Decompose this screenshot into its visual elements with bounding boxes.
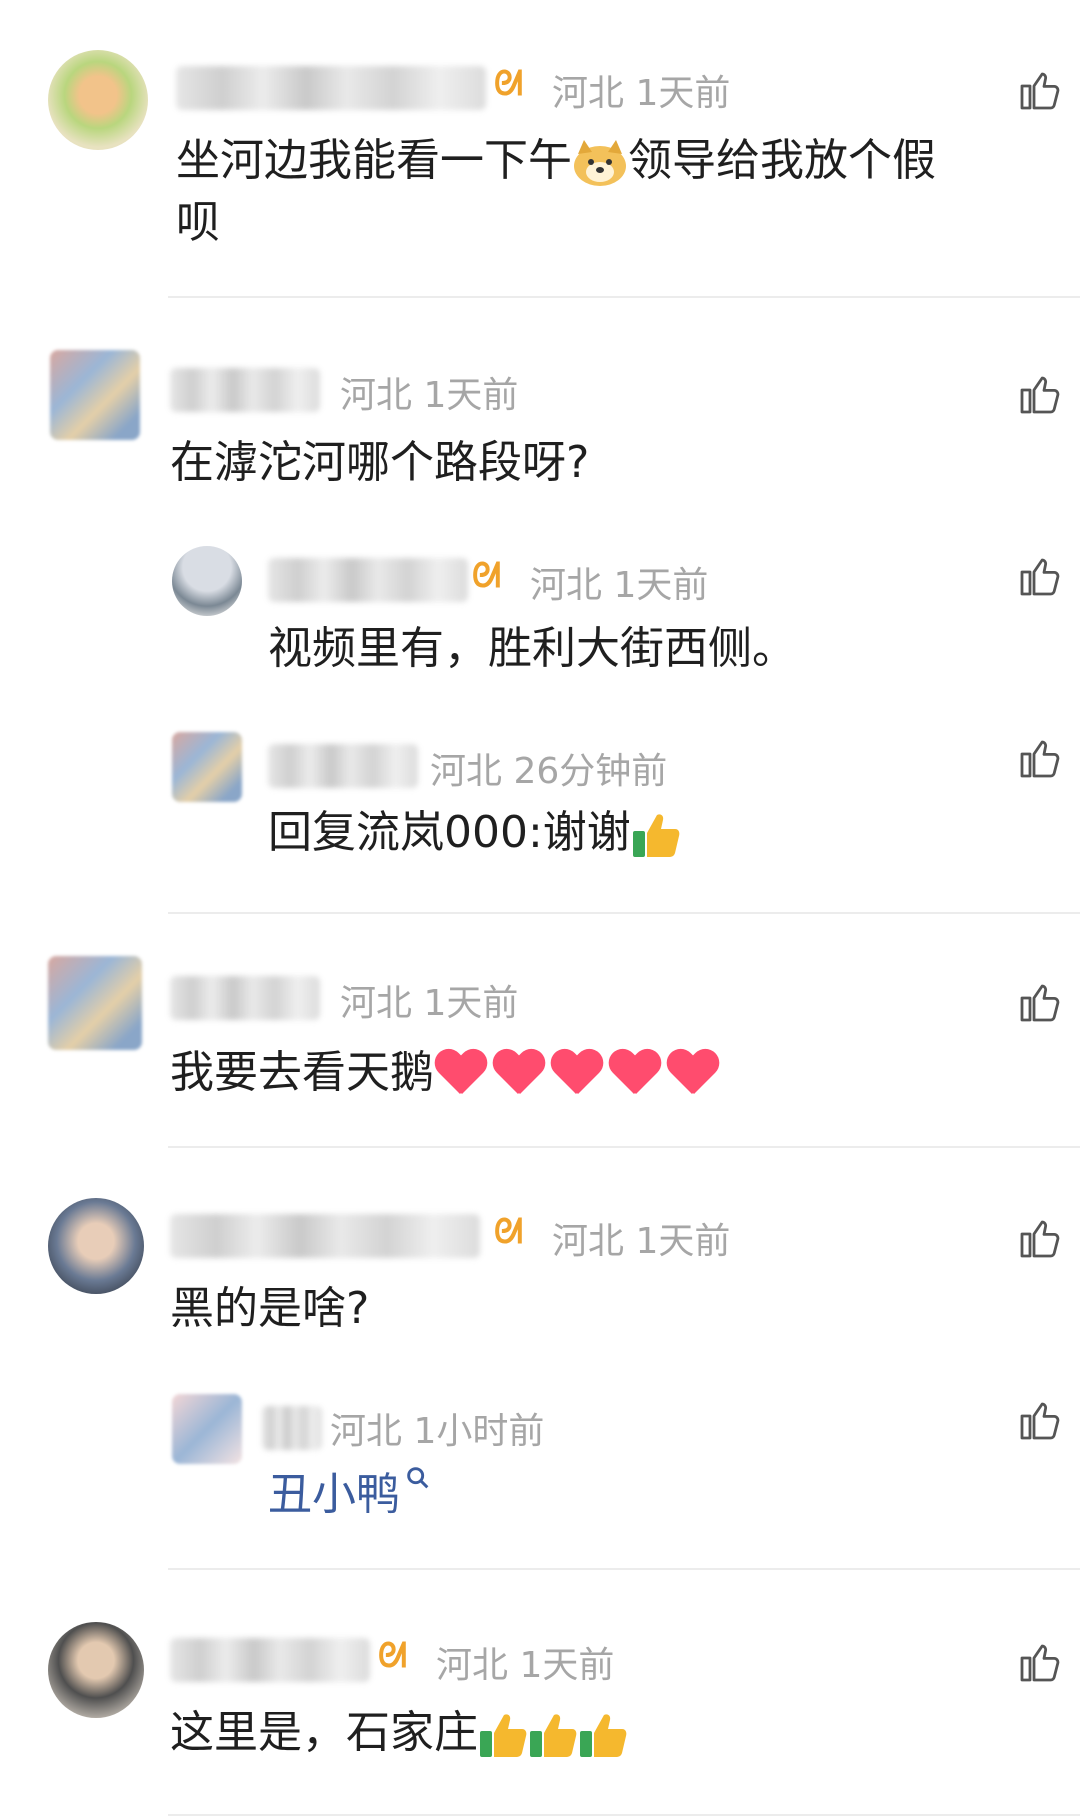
time-text: 1小时前: [413, 1411, 545, 1452]
username-blurred[interactable]: [176, 66, 486, 110]
comment-text: 这里是，石家庄: [170, 1702, 628, 1764]
thumbs-up-icon[interactable]: [1016, 552, 1064, 600]
heart-emoji-icon: [666, 1050, 720, 1100]
comment-item: ᘛ 河北 1天前 黑的是啥? 河北 1小时前 丑小鸭: [0, 1152, 1080, 1572]
username-blurred[interactable]: [170, 1638, 370, 1682]
avatar[interactable]: [48, 1198, 144, 1294]
thumbs-up-icon[interactable]: [1016, 978, 1064, 1026]
comment-item: 河北 1天前 在滹沱河哪个路段呀? ᘛ 河北 1天前 视频里有，胜利大街西侧。 …: [0, 300, 1080, 940]
search-icon: [407, 1467, 429, 1489]
thumbs-up-icon[interactable]: [1016, 734, 1064, 782]
location-text: 河北: [330, 1411, 403, 1452]
heart-emoji-icon: [434, 1050, 488, 1100]
reply-mention-link[interactable]: 流岚000: [356, 807, 528, 858]
comment-meta: 河北 1天前: [340, 366, 518, 418]
avatar[interactable]: [172, 732, 242, 802]
avatar[interactable]: [48, 50, 148, 150]
comment-text: 在滹沱河哪个路段呀?: [170, 437, 590, 488]
vip-icon: ᘛ: [378, 1636, 407, 1676]
comment-meta: 河北 1天前: [530, 556, 708, 608]
thumbs-up-icon[interactable]: [1016, 66, 1064, 114]
thumbs-up-icon[interactable]: [1016, 1638, 1064, 1686]
location-text: 河北: [552, 73, 625, 114]
location-text: 河北: [552, 1221, 625, 1262]
username-blurred[interactable]: [170, 1214, 480, 1258]
comment-meta: 河北 1天前: [552, 64, 730, 116]
thumbs-up-emoji-icon: [632, 814, 680, 857]
avatar[interactable]: [172, 1394, 242, 1464]
time-text: 1天前: [613, 565, 709, 606]
heart-emoji-icon: [550, 1050, 604, 1100]
avatar[interactable]: [48, 956, 142, 1050]
time-text: 1天前: [519, 1645, 615, 1686]
username-blurred[interactable]: [262, 1406, 322, 1450]
time-text: 1天前: [635, 73, 731, 114]
divider: [168, 1568, 1080, 1570]
location-text: 河北: [340, 375, 413, 416]
thumbs-up-emoji-icon: [530, 1714, 577, 1757]
heart-emoji-icon: [608, 1050, 662, 1100]
time-text: 1天前: [423, 983, 519, 1024]
time-text: 26分钟前: [513, 751, 668, 792]
comment-text: 我要去看天鹅: [170, 1042, 724, 1104]
avatar[interactable]: [172, 546, 242, 616]
thumbs-up-icon[interactable]: [1016, 1396, 1064, 1444]
comment-item: ᘛ 河北 1天前 这里是，石家庄: [0, 1576, 1080, 1818]
comment-text: 坐河边我能看一下午 领导给我放个假呗: [176, 135, 936, 248]
avatar[interactable]: [50, 350, 140, 440]
username-blurred[interactable]: [170, 976, 320, 1020]
comment-item: 河北 1天前 我要去看天鹅: [0, 940, 1080, 1150]
thumbs-up-icon[interactable]: [1016, 370, 1064, 418]
username-blurred[interactable]: [268, 558, 468, 602]
doge-emoji-icon: [574, 140, 626, 186]
thumbs-up-icon[interactable]: [1016, 1214, 1064, 1262]
comment-meta: 河北 1天前: [436, 1636, 614, 1688]
comment-text: 黑的是啥?: [170, 1283, 370, 1334]
time-text: 1天前: [635, 1221, 731, 1262]
vip-icon: ᘛ: [494, 1212, 523, 1252]
location-text: 河北: [530, 565, 603, 606]
comment-item: ᘛ 河北 1天前 坐河边我能看一下午 领导给我放个假呗: [0, 0, 1080, 300]
heart-emoji-icon: [492, 1050, 546, 1100]
location-text: 河北: [340, 983, 413, 1024]
vip-icon: ᘛ: [472, 556, 501, 596]
reply-text: 视频里有，胜利大街西侧。: [268, 623, 796, 674]
reply-search-link[interactable]: 丑小鸭: [268, 1464, 432, 1526]
comment-meta: 河北 1小时前: [330, 1402, 544, 1454]
username-blurred[interactable]: [170, 368, 320, 412]
comment-meta: 河北 1天前: [552, 1212, 730, 1264]
vip-icon: ᘛ: [494, 64, 523, 104]
avatar[interactable]: [48, 1622, 144, 1718]
comment-meta: 河北 1天前: [340, 974, 518, 1026]
comment-meta: 河北 26分钟前: [430, 742, 667, 794]
divider: [168, 1814, 1080, 1816]
reply-text: 回复流岚000:谢谢: [268, 802, 681, 864]
username-blurred[interactable]: [268, 744, 418, 788]
divider: [168, 912, 1080, 914]
time-text: 1天前: [423, 375, 519, 416]
location-text: 河北: [436, 1645, 509, 1686]
divider: [168, 296, 1080, 298]
thumbs-up-emoji-icon: [480, 1714, 527, 1757]
divider: [168, 1146, 1080, 1148]
thumbs-up-emoji-icon: [580, 1714, 627, 1757]
location-text: 河北: [430, 751, 503, 792]
